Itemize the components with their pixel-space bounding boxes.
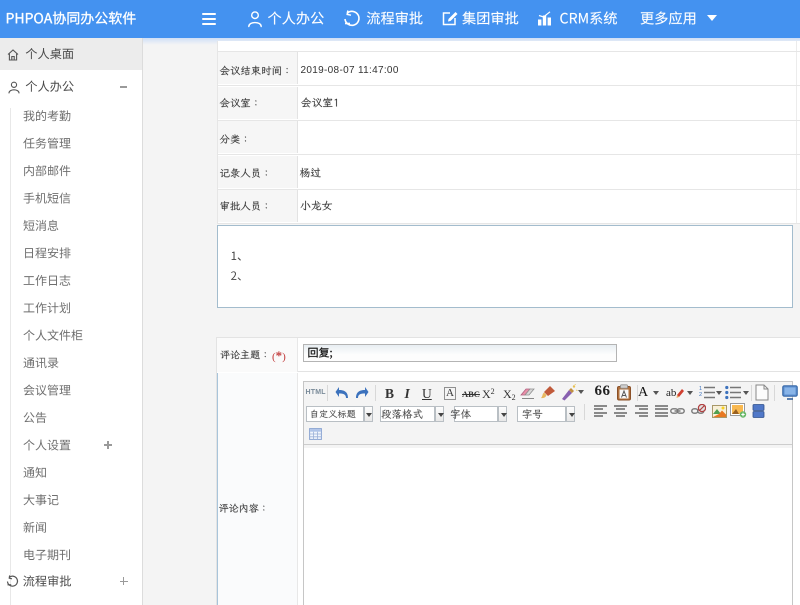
svg-text:2: 2 bbox=[699, 392, 702, 398]
svg-text:ab: ab bbox=[666, 387, 677, 399]
